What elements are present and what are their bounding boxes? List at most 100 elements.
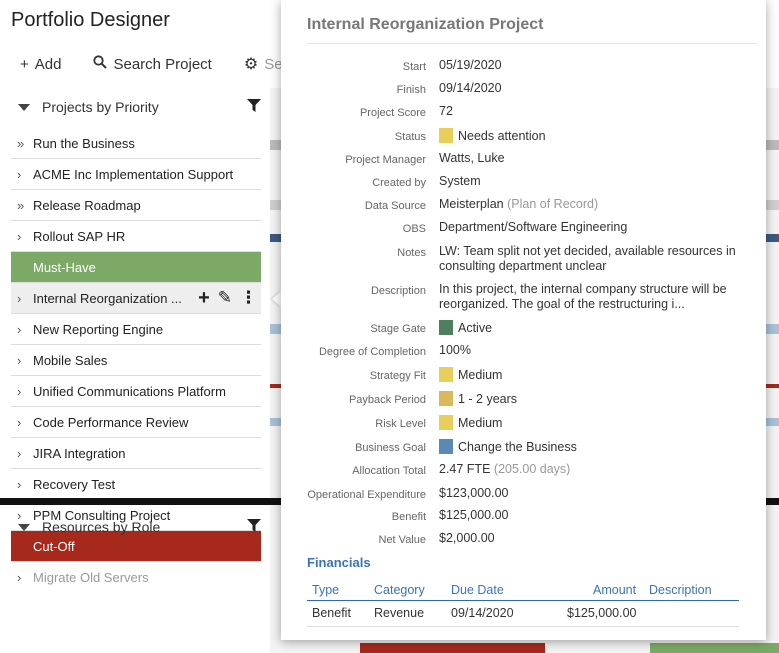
field-label: Payback Period — [348, 394, 426, 406]
edit-pencil-icon[interactable]: ✎ — [218, 289, 232, 307]
resources-by-role-header[interactable]: Resources by Role — [0, 508, 266, 546]
field-value: 100% — [439, 343, 744, 358]
field-label: Finish — [396, 84, 426, 96]
field-label: Benefit — [391, 511, 426, 523]
chevron-right-icon[interactable]: › — [17, 477, 33, 492]
field-value: In this project, the internal company st… — [439, 282, 744, 312]
field-value-text: System — [439, 174, 481, 188]
caret-down-icon — [18, 523, 30, 531]
field-value-secondary: (Plan of Record) — [507, 197, 599, 211]
field-value-text: 72 — [439, 104, 453, 118]
field-label: Allocation Total — [352, 465, 426, 477]
search-project-button[interactable]: Search Project — [71, 48, 221, 80]
field-value: Medium — [439, 415, 744, 431]
field-label: Net Value — [378, 534, 427, 546]
field-value-text: 1 - 2 years — [458, 392, 518, 406]
field-value-text: Department/Software Engineering — [439, 220, 628, 234]
project-row[interactable]: › Rollout SAP HR — [11, 221, 261, 252]
chevron-right-icon[interactable]: › — [17, 446, 33, 461]
field-label: OBS — [402, 223, 426, 235]
project-row[interactable]: › Unified Communications Platform — [11, 376, 261, 407]
field-label: Strategy Fit — [369, 370, 426, 382]
field-value-secondary: (205.00 days) — [493, 462, 571, 476]
double-chevron-right-icon[interactable]: » — [17, 136, 33, 151]
filter-icon[interactable] — [247, 99, 261, 115]
field-value: Watts, Luke — [439, 151, 744, 166]
resources-header-label: Resources by Role — [42, 519, 161, 535]
field-value: System — [439, 174, 744, 189]
chevron-right-icon[interactable]: › — [17, 291, 33, 306]
double-chevron-right-icon[interactable]: » — [17, 198, 33, 213]
field-value-text: LW: Team split not yet decided, availabl… — [439, 244, 736, 273]
cell-due-date: 09/14/2020 — [451, 606, 514, 620]
chevron-right-icon[interactable]: › — [17, 167, 33, 182]
projects-header-label: Projects by Priority — [42, 99, 159, 115]
field-value: 1 - 2 years — [439, 391, 744, 407]
project-row[interactable]: » Release Roadmap — [11, 190, 261, 221]
field-label: Project Manager — [345, 154, 426, 166]
field-value-text: $2,000.00 — [439, 531, 495, 545]
resources-by-role-section: Resources by Role — [0, 508, 266, 546]
row-actions: + ✎ ⋮ — [198, 288, 257, 308]
field-value-text: 09/14/2020 — [439, 81, 502, 95]
chevron-right-icon[interactable]: › — [17, 229, 33, 244]
project-row-label: New Reporting Engine — [33, 321, 164, 337]
project-row[interactable]: › Recovery Test — [11, 469, 261, 500]
project-row[interactable]: › Migrate Old Servers — [11, 562, 261, 593]
field-value: 72 — [439, 104, 744, 119]
color-swatch — [439, 320, 453, 335]
field-value-text: 2.47 FTE — [439, 462, 491, 476]
project-row-label: Must-Have — [33, 259, 96, 275]
field-value-text: Medium — [458, 368, 503, 382]
add-icon[interactable]: + — [198, 288, 210, 308]
financials-title: Financials — [307, 555, 371, 570]
field-label: Notes — [397, 247, 426, 259]
add-button[interactable]: + Add — [0, 48, 71, 80]
field-value: Active — [439, 320, 744, 336]
field-value: 09/14/2020 — [439, 81, 744, 96]
project-row[interactable]: › ACME Inc Implementation Support — [11, 159, 261, 190]
field-value-text: 05/19/2020 — [439, 58, 502, 72]
project-row-label: Unified Communications Platform — [33, 383, 226, 399]
field-label: Start — [402, 61, 426, 73]
project-row-label: Mobile Sales — [33, 352, 108, 368]
field-label: Data Source — [364, 200, 426, 212]
chevron-right-icon[interactable]: › — [17, 570, 33, 585]
search-project-label: Search Project — [113, 55, 212, 73]
projects-by-priority-header[interactable]: Projects by Priority — [0, 88, 266, 126]
project-row[interactable]: › Internal Reorganization ... + ✎ ⋮ — [11, 283, 261, 314]
project-row-label: Migrate Old Servers — [33, 570, 149, 585]
project-row[interactable]: » Run the Business — [11, 128, 261, 159]
field-value: $123,000.00 — [439, 486, 744, 501]
filter-icon[interactable] — [247, 519, 261, 535]
project-row[interactable]: › New Reporting Engine — [11, 314, 261, 345]
cell-type: Benefit — [312, 606, 351, 620]
more-vertical-icon[interactable]: ⋮ — [240, 289, 257, 307]
table-row-rule — [307, 626, 739, 627]
field-value-text: In this project, the internal company st… — [439, 282, 727, 311]
field-label: Business Goal — [355, 442, 426, 454]
search-icon — [93, 55, 108, 73]
project-row-label: Rollout SAP HR — [33, 228, 126, 244]
field-value: Medium — [439, 367, 744, 383]
chevron-right-icon[interactable]: › — [17, 322, 33, 337]
field-value-text: Meisterplan — [439, 197, 504, 211]
plus-icon: + — [20, 55, 29, 73]
field-label: Created by — [372, 177, 426, 189]
priority-group-header[interactable]: Must-Have — [11, 252, 261, 283]
project-row[interactable]: › JIRA Integration — [11, 438, 261, 469]
chevron-right-icon[interactable]: › — [17, 353, 33, 368]
field-value: Needs attention — [439, 128, 744, 144]
chevron-right-icon[interactable]: › — [17, 384, 33, 399]
chevron-right-icon[interactable]: › — [17, 415, 33, 430]
field-value: Meisterplan (Plan of Record) — [439, 197, 744, 212]
app-title: Portfolio Designer — [11, 9, 170, 31]
col-header-due-date: Due Date — [451, 583, 504, 597]
add-label: Add — [34, 55, 62, 73]
field-label: Status — [394, 131, 426, 143]
col-header-description: Description — [649, 583, 712, 597]
field-value: Department/Software Engineering — [439, 220, 744, 235]
project-row[interactable]: › Mobile Sales — [11, 345, 261, 376]
col-header-amount: Amount — [593, 583, 637, 597]
project-row[interactable]: › Code Performance Review — [11, 407, 261, 438]
